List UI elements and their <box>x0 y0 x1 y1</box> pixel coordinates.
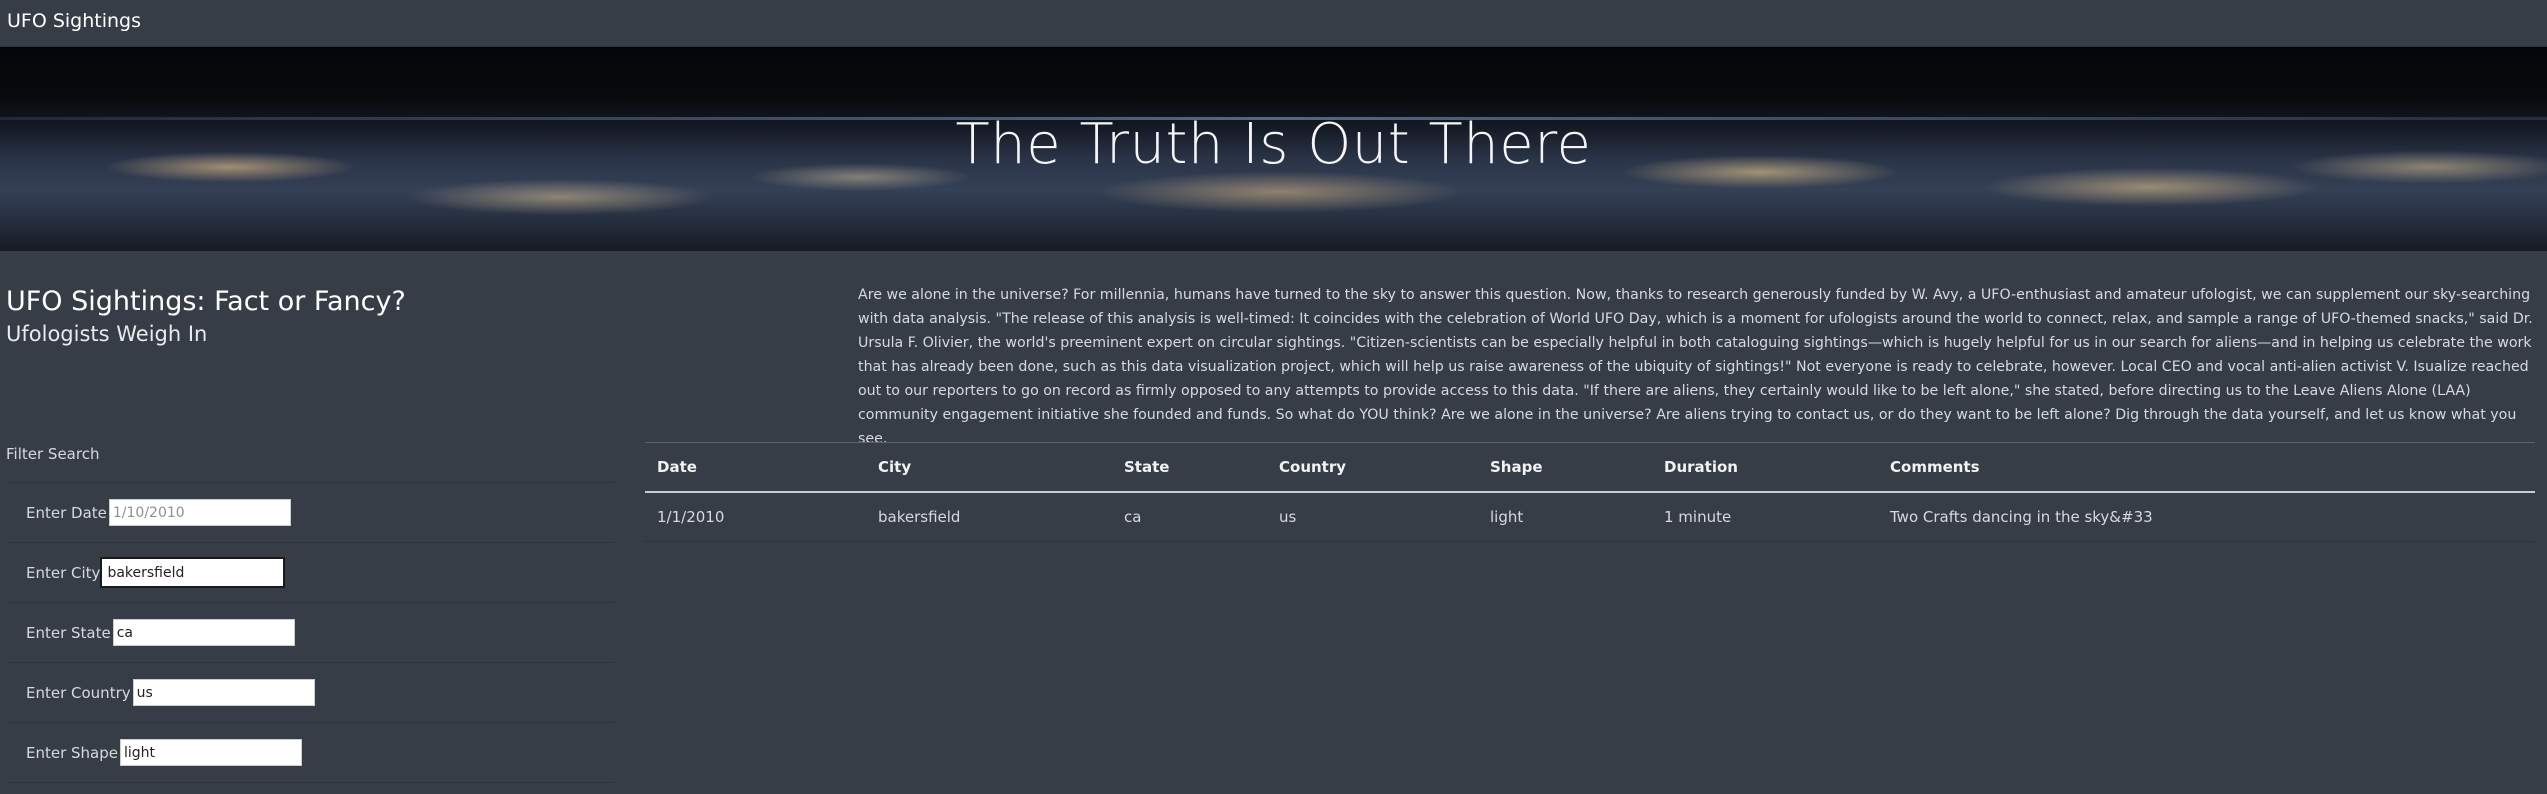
column-header-comments: Comments <box>1890 457 1980 476</box>
column-header-shape: Shape <box>1490 457 1543 476</box>
shape-input[interactable] <box>120 739 302 766</box>
column-header-country: Country <box>1279 457 1347 476</box>
table-row: 1/1/2010 bakersfield ca us light 1 minut… <box>645 492 2535 542</box>
intro-title: UFO Sightings: Fact or Fancy? <box>6 286 406 317</box>
cell-state: ca <box>1124 507 1142 526</box>
date-label: Enter Date <box>26 503 107 522</box>
cell-comments: Two Crafts dancing in the sky&#33 <box>1890 507 2153 526</box>
filter-item-shape: Enter Shape <box>8 723 614 783</box>
cell-date: 1/1/2010 <box>657 507 725 526</box>
state-input[interactable] <box>112 619 295 646</box>
brand-link[interactable]: UFO Sightings <box>7 10 141 32</box>
country-label: Enter Country <box>26 683 131 702</box>
cell-duration: 1 minute <box>1664 507 1732 526</box>
filter-item-state: Enter State <box>8 603 614 663</box>
cell-country: us <box>1279 507 1297 526</box>
shape-label: Enter Shape <box>26 743 118 762</box>
column-header-city: City <box>878 457 912 476</box>
country-input[interactable] <box>132 679 315 706</box>
table-header-row: Date City State Country Shape Duration C… <box>645 442 2535 492</box>
city-input[interactable] <box>100 557 286 588</box>
intro-subtitle: Ufologists Weigh In <box>6 322 208 346</box>
state-label: Enter State <box>26 623 111 642</box>
cell-city: bakersfield <box>878 507 961 526</box>
hero-title: The Truth Is Out There <box>955 112 1592 177</box>
cell-shape: light <box>1490 507 1524 526</box>
article-text: Are we alone in the universe? For millen… <box>858 287 2533 447</box>
filter-heading: Filter Search <box>6 445 100 463</box>
column-header-date: Date <box>657 457 697 476</box>
column-header-state: State <box>1124 457 1170 476</box>
filter-item-city: Enter City <box>8 543 614 603</box>
ufo-table: Date City State Country Shape Duration C… <box>645 442 2535 542</box>
filter-item-country: Enter Country <box>8 663 614 723</box>
filter-item-date: Enter Date <box>8 483 614 543</box>
filter-list: Enter Date Enter City Enter State Enter … <box>8 482 614 783</box>
city-label: Enter City <box>26 563 101 582</box>
navbar: UFO Sightings <box>0 0 2547 47</box>
ufo-table-container: Date City State Country Shape Duration C… <box>645 442 2535 542</box>
hero-banner: The Truth Is Out There <box>0 47 2547 251</box>
column-header-duration: Duration <box>1664 457 1738 476</box>
date-input[interactable] <box>108 499 291 526</box>
